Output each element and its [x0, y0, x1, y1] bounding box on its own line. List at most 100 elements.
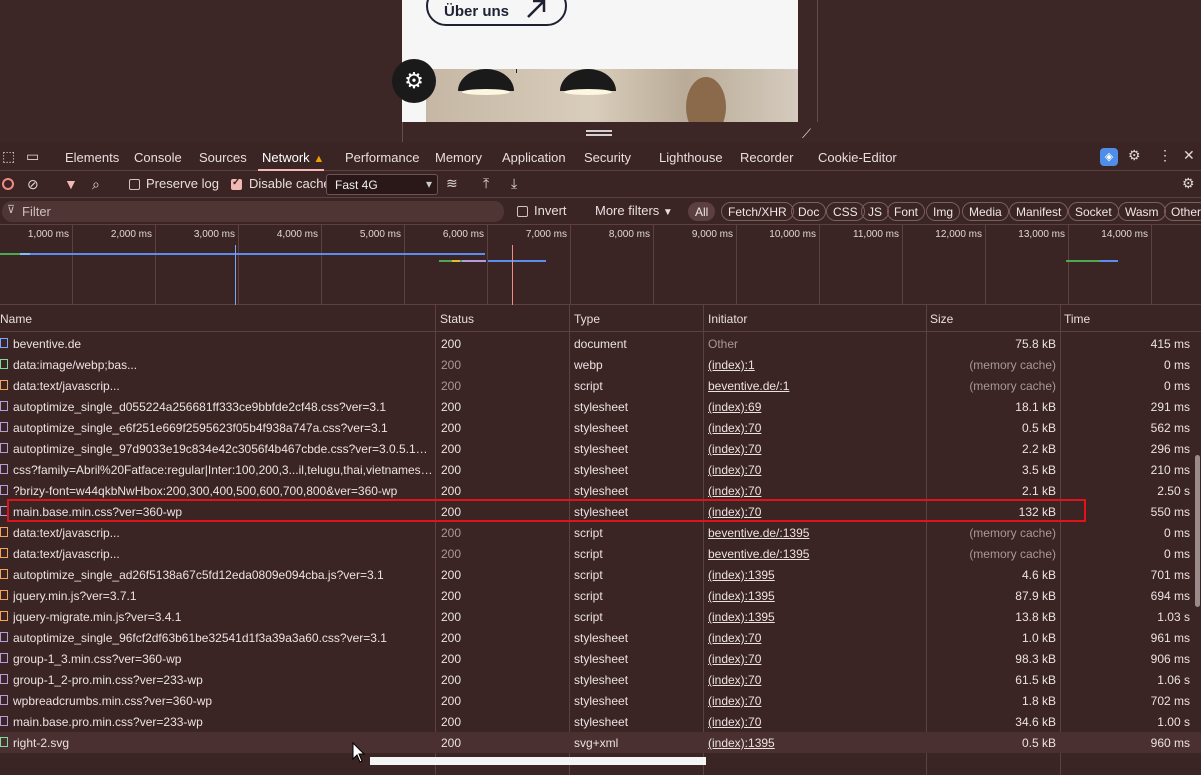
- tab-recorder[interactable]: Recorder: [740, 150, 793, 165]
- request-initiator[interactable]: (index):70: [708, 463, 918, 477]
- request-name: wpbreadcrumbs.min.css?ver=360-wp: [13, 694, 213, 708]
- request-row[interactable]: beventive.de 200 document Other 75.8 kB 415 m…: [0, 333, 1201, 354]
- filter-chip-css[interactable]: CSS: [826, 202, 865, 221]
- close-icon[interactable]: ✕: [1183, 147, 1195, 164]
- filter-chip-fetch-xhr[interactable]: Fetch/XHR: [721, 202, 794, 221]
- request-initiator[interactable]: (index):70: [708, 484, 918, 498]
- request-row[interactable]: jquery-migrate.min.js?ver=3.4.1 200 script…: [0, 606, 1201, 627]
- search-icon[interactable]: ⌕: [92, 176, 100, 193]
- filter-funnel-icon[interactable]: ▼: [64, 176, 78, 192]
- filter-chip-js[interactable]: JS: [861, 202, 890, 221]
- request-initiator[interactable]: (index):70: [708, 694, 918, 708]
- tab-network[interactable]: Network ▲: [262, 150, 324, 165]
- corner-resize-icon[interactable]: ⟋: [802, 126, 811, 142]
- filter-chip-doc[interactable]: Doc: [791, 202, 827, 221]
- network-overview-timeline[interactable]: 1,000 ms 2,000 ms 3,000 ms 4,000 ms 5,000 ms…: [0, 225, 1201, 305]
- request-row[interactable]: autoptimize_single_e6f251e669f2595623f05…: [0, 417, 1201, 438]
- tab-memory[interactable]: Memory: [435, 150, 482, 165]
- table-scrollbar[interactable]: [1195, 455, 1200, 607]
- request-initiator[interactable]: Other: [708, 337, 918, 351]
- tab-cookie-editor[interactable]: Cookie-Editor: [818, 150, 897, 165]
- request-row[interactable]: group-1_2-pro.min.css?ver=233-wp 200 style…: [0, 669, 1201, 690]
- request-initiator[interactable]: (index):1395: [708, 568, 918, 582]
- request-initiator[interactable]: (index):1395: [708, 610, 918, 624]
- request-row[interactable]: main.base.pro.min.css?ver=233-wp 200 style…: [0, 711, 1201, 732]
- request-row[interactable]: data:text/javascrip... 200 script beventive…: [0, 522, 1201, 543]
- more-filters-dropdown[interactable]: More filters ▼: [595, 203, 673, 218]
- filter-chip-socket[interactable]: Socket: [1068, 202, 1119, 221]
- request-initiator[interactable]: (index):70: [708, 715, 918, 729]
- tab-console[interactable]: Console: [134, 150, 182, 165]
- request-initiator[interactable]: (index):70: [708, 673, 918, 687]
- tab-application[interactable]: Application: [502, 150, 566, 165]
- tab-sources[interactable]: Sources: [199, 150, 247, 165]
- filter-input[interactable]: Filter: [2, 201, 504, 222]
- filter-chip-wasm[interactable]: Wasm: [1118, 202, 1166, 221]
- request-row[interactable]: data:image/webp;bas... 200 webp (index):1 (m…: [0, 354, 1201, 375]
- about-us-label: Über uns: [444, 3, 510, 20]
- column-header-time[interactable]: Time: [1064, 312, 1090, 326]
- tab-elements[interactable]: Elements: [65, 150, 119, 165]
- column-header-initiator[interactable]: Initiator: [708, 312, 747, 326]
- filter-chip-manifest[interactable]: Manifest: [1009, 202, 1069, 221]
- request-initiator[interactable]: beventive.de/:1: [708, 379, 918, 393]
- request-row[interactable]: css?family=Abril%20Fatface:regular|Inter…: [0, 459, 1201, 480]
- tab-security[interactable]: Security: [584, 150, 631, 165]
- request-row[interactable]: autoptimize_single_97d9033e19c834e42c305…: [0, 438, 1201, 459]
- request-row[interactable]: data:text/javascrip... 200 script beventive…: [0, 375, 1201, 396]
- settings-gear-icon[interactable]: ⚙: [1128, 147, 1141, 164]
- filter-chip-font[interactable]: Font: [887, 202, 926, 221]
- clear-icon[interactable]: ⊘: [27, 176, 39, 193]
- tab-lighthouse[interactable]: Lighthouse: [659, 150, 723, 165]
- record-stop-icon[interactable]: [2, 178, 14, 190]
- inspect-element-icon[interactable]: ⬚: [2, 148, 15, 165]
- request-initiator[interactable]: (index):70: [708, 631, 918, 645]
- request-initiator[interactable]: (index):1: [708, 358, 918, 372]
- filter-chip-other[interactable]: Other: [1164, 202, 1201, 221]
- about-us-button[interactable]: Über uns: [426, 0, 567, 26]
- column-header-name[interactable]: Name: [0, 312, 32, 326]
- request-row[interactable]: group-1_3.min.css?ver=360-wp 200 styleshee…: [0, 648, 1201, 669]
- more-options-icon[interactable]: ⋮: [1158, 147, 1172, 164]
- invert-checkbox[interactable]: [517, 206, 528, 217]
- waterfall-bar: [30, 253, 485, 255]
- request-row[interactable]: ?brizy-font=w44qkbNwHbox:200,300,400,500…: [0, 480, 1201, 501]
- ai-assistant-icon[interactable]: ◈: [1100, 148, 1118, 166]
- request-initiator[interactable]: beventive.de/:1395: [708, 526, 918, 540]
- request-initiator[interactable]: beventive.de/:1395: [708, 547, 918, 561]
- request-initiator[interactable]: (index):70: [708, 652, 918, 666]
- request-row[interactable]: data:text/javascrip... 200 script beventive…: [0, 543, 1201, 564]
- request-initiator[interactable]: (index):70: [708, 421, 918, 435]
- throttling-select[interactable]: Fast 4G: [326, 174, 438, 195]
- request-row[interactable]: autoptimize_single_d055224a256681ff333ce…: [0, 396, 1201, 417]
- resize-handle-icon[interactable]: [586, 130, 612, 136]
- filter-chip-all[interactable]: All: [688, 202, 716, 221]
- request-initiator[interactable]: (index):69: [708, 400, 918, 414]
- request-row[interactable]: autoptimize_single_ad26f5138a67c5fd12eda…: [0, 564, 1201, 585]
- request-initiator[interactable]: (index):1395: [708, 736, 918, 750]
- filter-chip-img[interactable]: Img: [926, 202, 961, 221]
- export-har-icon[interactable]: ⤓: [511, 175, 517, 192]
- tab-performance[interactable]: Performance: [345, 150, 419, 165]
- disable-cache-checkbox[interactable]: [231, 177, 242, 190]
- request-initiator[interactable]: (index):1395: [708, 589, 918, 603]
- column-header-size[interactable]: Size: [930, 312, 953, 326]
- column-header-status[interactable]: Status: [440, 312, 474, 326]
- import-har-icon[interactable]: ⤒: [483, 175, 489, 192]
- request-row[interactable]: wpbreadcrumbs.min.css?ver=360-wp 200 style…: [0, 690, 1201, 711]
- settings-fab-icon[interactable]: ⚙: [392, 59, 436, 103]
- filter-chip-media[interactable]: Media: [962, 202, 1009, 221]
- page-viewport: Über uns ⚙ ⟋: [0, 0, 1201, 143]
- column-header-type[interactable]: Type: [574, 312, 600, 326]
- request-name: data:text/javascrip...: [13, 379, 120, 393]
- request-row[interactable]: autoptimize_single_96fcf2df63b61be32541d…: [0, 627, 1201, 648]
- file-type-icon: [0, 611, 8, 621]
- network-settings-icon[interactable]: ⚙: [1182, 175, 1195, 192]
- device-toolbar-icon[interactable]: ▭: [26, 148, 39, 165]
- timeline-gridline: [155, 225, 156, 305]
- request-initiator[interactable]: (index):70: [708, 442, 918, 456]
- preserve-log-checkbox[interactable]: [129, 179, 140, 190]
- network-conditions-icon[interactable]: ≋: [446, 175, 458, 192]
- request-row[interactable]: right-2.svg 200 svg+xml (index):1395 0.5 kB 9…: [0, 732, 1201, 753]
- request-row[interactable]: jquery.min.js?ver=3.7.1 200 script (index):…: [0, 585, 1201, 606]
